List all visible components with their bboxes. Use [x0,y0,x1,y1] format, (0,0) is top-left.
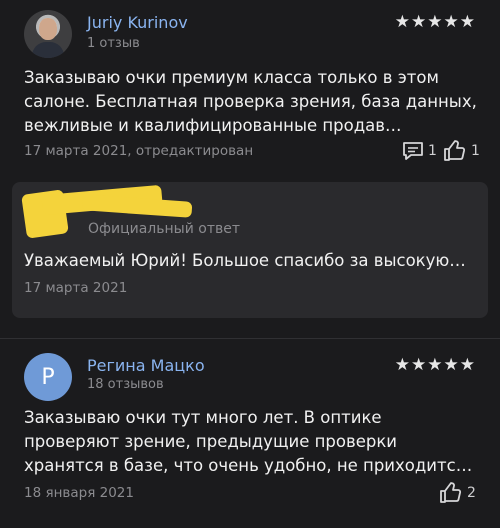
review-card: Регина Мацко 18 отзывов ★★★★★ Заказываю … [0,340,500,528]
avatar-shirt [32,42,64,58]
like-button[interactable]: 2 [439,482,476,504]
review-divider [0,338,500,339]
official-reply-label: Официальный ответ [88,221,240,237]
likes-count: 2 [467,485,476,501]
thumbs-up-icon [443,140,467,162]
comments-button[interactable]: 1 [402,141,437,161]
rating-stars: ★★★★★ [394,12,476,32]
comment-icon [402,141,424,161]
author-review-count: 1 отзыв [87,36,140,51]
like-button[interactable]: 1 [443,140,480,162]
reply-date: 17 марта 2021 [24,280,128,296]
review-text[interactable]: Заказываю очки тут много лет. В оптике п… [24,406,480,478]
review-date: 17 марта 2021, отредактирован [24,143,254,159]
rating-stars: ★★★★★ [394,355,476,375]
redaction-mark [81,194,193,218]
author-review-count: 18 отзывов [87,377,164,392]
review-card: Juriy Kurinov 1 отзыв ★★★★★ Заказываю оч… [0,0,500,340]
review-date: 18 января 2021 [24,485,134,501]
author-name[interactable]: Регина Мацко [87,356,205,375]
avatar[interactable] [24,10,72,58]
thumbs-up-icon [439,482,463,504]
author-name[interactable]: Juriy Kurinov [87,13,188,32]
avatar-head [39,18,57,40]
reply-text[interactable]: Уважаемый Юрий! Большое спасибо за высок… [24,251,476,270]
likes-count: 1 [471,143,480,159]
review-text[interactable]: Заказываю очки премиум класса только в э… [24,66,480,138]
official-reply-card: Официальный ответ Уважаемый Юрий! Большо… [12,182,488,318]
comments-count: 1 [428,143,437,159]
